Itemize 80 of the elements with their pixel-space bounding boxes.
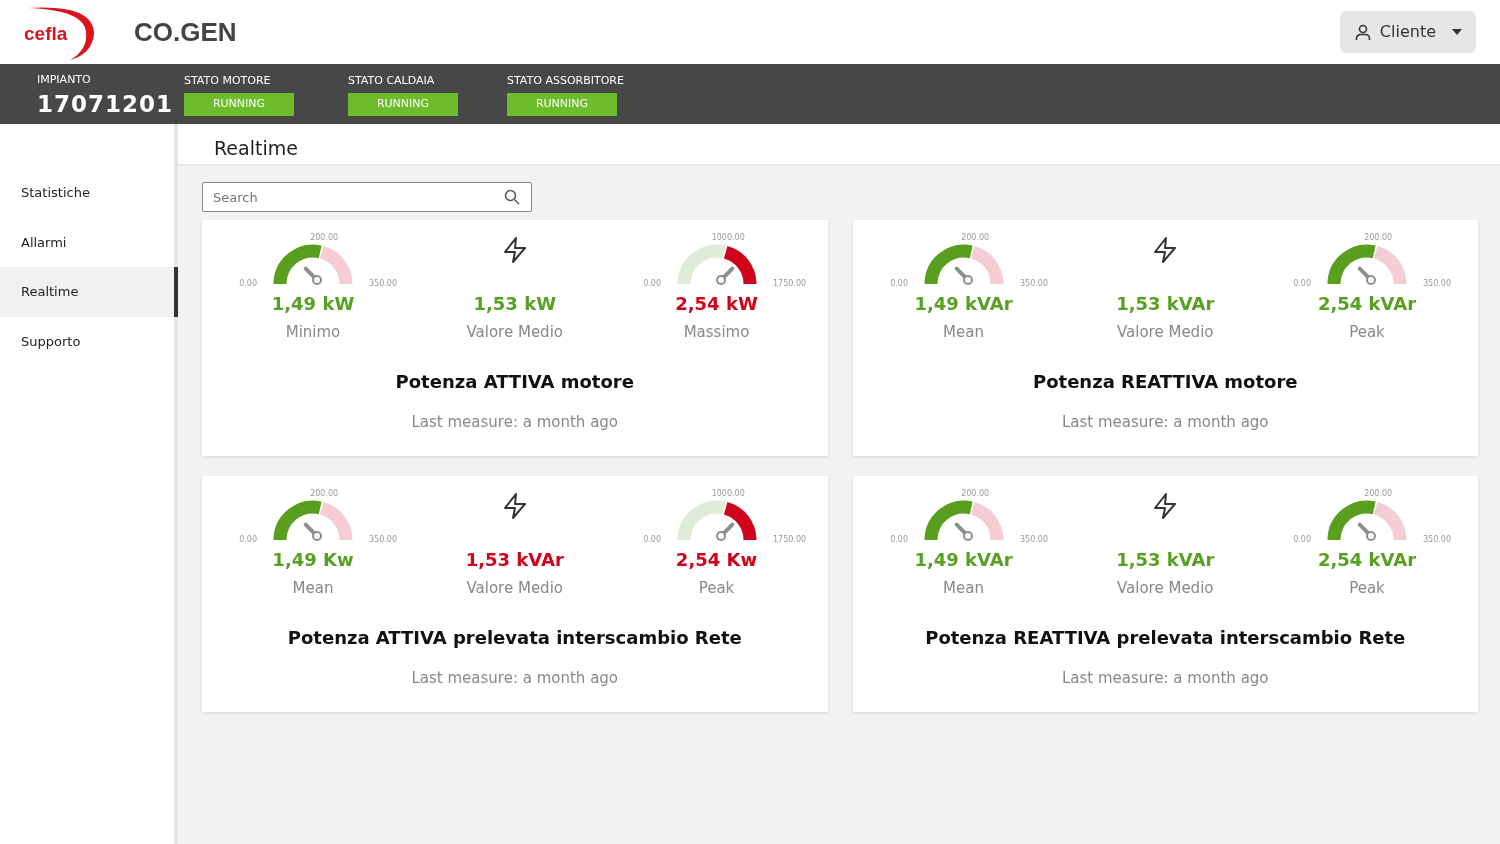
tick-label: 0.00 — [1293, 535, 1311, 544]
tick-label: 0.00 — [889, 279, 908, 288]
reading-value: 1,49 kW — [271, 292, 355, 316]
reading-value: 1,49 Kw — [272, 548, 354, 572]
user-icon — [1353, 23, 1372, 41]
card-title: Potenza REATTIVA motore — [1033, 369, 1298, 394]
tick-label: 0.00 — [239, 279, 257, 288]
reading-value: 2,54 kW — [675, 292, 758, 316]
tick-label: 0.00 — [1293, 279, 1311, 288]
tick-label: 350.00 — [1423, 279, 1451, 288]
card-title: Potenza REATTIVA prelevata interscambio Rete — [925, 625, 1406, 650]
tick-label: 200.00 — [310, 489, 339, 498]
lightning-icon — [1152, 236, 1179, 264]
reading-caption: Minimo — [285, 322, 341, 343]
plant-id: 17071201 — [37, 92, 175, 116]
reading-caption: Mean — [943, 322, 984, 343]
sidebar-item[interactable]: Allarmi — [0, 217, 174, 267]
lightning-icon — [1152, 492, 1179, 520]
last-measure-text: Last measure: a month ago — [1061, 411, 1269, 433]
reading-value: 2,54 kVAr — [1317, 548, 1417, 572]
tick-label: 350.00 — [1019, 279, 1048, 288]
last-measure-text: Last measure: a month ago — [411, 411, 619, 433]
reading-value: 1,53 kVAr — [465, 548, 564, 572]
reading-value: 1,49 kVAr — [914, 548, 1013, 572]
reading-caption: Peak — [1349, 322, 1385, 343]
reading-caption: Valore Medio — [1117, 578, 1214, 599]
app-title: CO.GEN — [134, 15, 237, 49]
plant-label: IMPIANTO — [37, 72, 92, 89]
reading-value: 2,54 kVAr — [1317, 292, 1417, 316]
tick-label: 350.00 — [369, 535, 397, 544]
tick-label: 0.00 — [889, 535, 908, 544]
status-badge: RUNNING — [348, 93, 458, 116]
reading-caption: Valore Medio — [466, 578, 563, 599]
sidebar-item[interactable]: Supporto — [0, 316, 174, 366]
reading-caption: Mean — [292, 578, 334, 599]
tick-label: 0.00 — [239, 535, 257, 544]
reading-caption: Massimo — [683, 322, 750, 343]
reading-caption: Mean — [943, 578, 984, 599]
page-title: Realtime — [178, 124, 1500, 166]
lightning-icon — [501, 236, 528, 264]
reading-value: 1,53 kVAr — [1116, 548, 1215, 572]
logo-text: cefla — [24, 22, 68, 46]
tick-label: 1000.00 — [711, 489, 745, 498]
lightning-icon — [501, 492, 528, 520]
tick-label: 200.00 — [960, 489, 989, 498]
tick-label: 200.00 — [310, 233, 339, 242]
reading-caption: Peak — [1349, 578, 1385, 599]
sidebar-item[interactable]: Statistiche — [0, 168, 174, 218]
tick-label: 0.00 — [642, 279, 661, 288]
status-badge: RUNNING — [184, 93, 294, 116]
search-icon — [504, 189, 520, 205]
reading-value: 1,49 kVAr — [914, 292, 1013, 316]
status-label: STATO ASSORBITORE — [507, 72, 625, 89]
user-menu-button[interactable]: Cliente — [1339, 11, 1476, 53]
card-title: Potenza ATTIVA prelevata interscambio Rete — [287, 625, 742, 650]
tick-label: 0.00 — [642, 535, 661, 544]
caret-icon — [1452, 29, 1462, 35]
tick-label: 200.00 — [1364, 489, 1393, 498]
status-badge: RUNNING — [507, 93, 617, 116]
last-measure-text: Last measure: a month ago — [411, 667, 619, 689]
status-label: STATO CALDAIA — [348, 72, 436, 89]
reading-value: 1,53 kVAr — [1116, 292, 1215, 316]
last-measure-text: Last measure: a month ago — [1061, 667, 1269, 689]
tick-label: 200.00 — [960, 233, 989, 242]
tick-label: 1000.00 — [711, 233, 745, 242]
reading-value: 2,54 Kw — [675, 548, 758, 572]
status-label: STATO MOTORE — [184, 72, 272, 89]
tick-label: 1750.00 — [772, 535, 806, 544]
reading-caption: Peak — [698, 578, 735, 599]
tick-label: 350.00 — [1423, 535, 1451, 544]
reading-caption: Valore Medio — [1117, 322, 1214, 343]
card-title: Potenza ATTIVA motore — [395, 369, 634, 394]
tick-label: 1750.00 — [772, 279, 806, 288]
reading-value: 1,53 kW — [473, 292, 556, 316]
tick-label: 350.00 — [369, 279, 397, 288]
search-field[interactable]: Search — [202, 182, 532, 212]
tick-label: 350.00 — [1019, 535, 1048, 544]
sidebar-item[interactable]: Realtime — [0, 267, 178, 317]
tick-label: 200.00 — [1364, 233, 1393, 242]
reading-caption: Valore Medio — [466, 322, 563, 343]
